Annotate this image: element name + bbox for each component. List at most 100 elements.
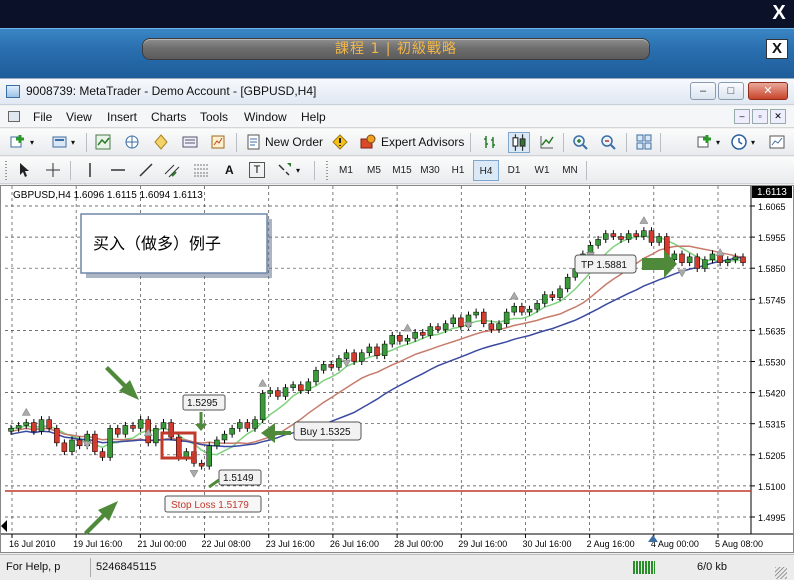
timeframe-d1[interactable]: D1 <box>501 160 527 181</box>
periods-clock-icon[interactable] <box>731 134 747 150</box>
timeframe-m15[interactable]: M15 <box>389 160 415 181</box>
course-title: 課程 1 | 初級戰略 <box>335 41 457 57</box>
bullish-candle <box>221 433 228 441</box>
profiles-dropdown-icon[interactable]: ▾ <box>71 132 75 153</box>
price-tick-label: 1.5850 <box>758 264 786 274</box>
menu-tools[interactable]: Tools <box>200 110 228 124</box>
new-order-button[interactable]: New Order <box>265 132 323 153</box>
menu-file[interactable]: File <box>33 110 52 124</box>
bullish-candle <box>564 276 571 290</box>
indicators-dropdown-icon[interactable]: ▾ <box>716 132 720 153</box>
date-tick-label: 19 Jul 16:00 <box>73 539 122 549</box>
line-chart-icon[interactable] <box>539 134 555 150</box>
navigator-icon[interactable] <box>124 134 140 150</box>
new-order-icon[interactable] <box>246 134 262 150</box>
bar-chart-icon[interactable] <box>482 134 498 150</box>
expert-advisors-button[interactable]: Expert Advisors <box>381 132 464 153</box>
templates-icon[interactable] <box>769 134 785 150</box>
price-tick-label: 1.5315 <box>758 420 786 430</box>
zoom-in-icon[interactable] <box>572 134 588 150</box>
trendline-icon[interactable] <box>138 162 154 178</box>
expert-alert-icon[interactable] <box>332 134 348 150</box>
arrows-dropdown-icon[interactable]: ▾ <box>296 160 300 181</box>
bearish-candle <box>397 335 403 342</box>
fractal-down-marker <box>82 441 92 449</box>
bearish-candle <box>420 332 426 336</box>
course-close-button[interactable]: X <box>766 39 788 59</box>
timeframe-m30[interactable]: M30 <box>417 160 443 181</box>
new-chart-icon[interactable] <box>10 134 26 150</box>
close-button[interactable]: ✕ <box>748 82 788 100</box>
bullish-candle <box>282 387 289 397</box>
timeframe-w1[interactable]: W1 <box>529 160 555 181</box>
price-tick-label: 1.6065 <box>758 202 786 212</box>
fibonacci-icon[interactable] <box>193 162 209 178</box>
bullish-candle <box>412 332 418 339</box>
mdi-minimize-icon[interactable]: – <box>734 109 750 124</box>
profiles-icon[interactable] <box>52 134 68 150</box>
minimize-button[interactable]: – <box>690 82 716 100</box>
timeframe-h4[interactable]: H4 <box>473 160 499 181</box>
mdi-restore-icon[interactable]: ▫ <box>752 109 768 124</box>
bearish-candle <box>198 462 205 467</box>
menu-view[interactable]: View <box>66 110 92 124</box>
timeframe-m5[interactable]: M5 <box>361 160 387 181</box>
bearish-candle <box>298 384 304 391</box>
zoom-out-icon[interactable] <box>600 134 616 150</box>
menu-charts[interactable]: Charts <box>151 110 186 124</box>
fractal-up-marker <box>639 216 649 224</box>
cursor-icon[interactable] <box>16 162 32 178</box>
course-title-bar: 課程 1 | 初級戰略 <box>142 38 650 60</box>
bearish-candle <box>351 352 357 362</box>
menu-window[interactable]: Window <box>244 110 287 124</box>
tile-windows-icon[interactable] <box>636 134 652 150</box>
vertical-line-icon[interactable] <box>82 162 98 178</box>
window-title-bar: 9008739: MetaTrader - Demo Account - [GB… <box>0 79 794 105</box>
crosshair-icon[interactable] <box>45 162 61 178</box>
maximize-button[interactable]: □ <box>718 82 744 100</box>
terminal-icon[interactable] <box>182 134 198 150</box>
new-chart-dropdown-icon[interactable]: ▾ <box>30 132 34 153</box>
bullish-candle <box>625 233 632 240</box>
text-label-tool[interactable]: T <box>249 162 265 178</box>
mdi-close-icon[interactable]: ✕ <box>770 109 786 124</box>
menu-help[interactable]: Help <box>301 110 326 124</box>
data-window-icon[interactable] <box>153 134 169 150</box>
bullish-candle <box>237 422 243 429</box>
bullish-candle <box>206 445 212 467</box>
bearish-candle <box>244 422 251 429</box>
timeframe-m1[interactable]: M1 <box>333 160 359 181</box>
equidistant-channel-icon[interactable] <box>164 162 180 178</box>
bullish-candle <box>305 381 312 391</box>
toolbar-separator <box>586 161 587 180</box>
toolbar-separator <box>70 161 71 180</box>
arrows-icon[interactable] <box>276 162 292 178</box>
chart-canvas[interactable]: 1.6065 1.5955 1.5850 1.5745 1.5635 1.5530 1.54… <box>1 186 793 552</box>
indicators-icon[interactable] <box>697 134 713 150</box>
status-bar: For Help, p 5246845115 6/0 kb <box>0 554 794 580</box>
timeframe-h1[interactable]: H1 <box>445 160 471 181</box>
toolbar-separator <box>236 133 237 152</box>
connection-bars-icon <box>633 561 655 574</box>
bullish-candle <box>259 393 266 420</box>
text-tool[interactable]: A <box>225 160 234 181</box>
periods-dropdown-icon[interactable]: ▾ <box>751 132 755 153</box>
bearish-candle <box>435 326 441 330</box>
top-close-button[interactable]: X <box>768 2 790 24</box>
timeframe-mn[interactable]: MN <box>557 160 583 181</box>
date-tick-label: 4 Aug 00:00 <box>651 539 699 549</box>
menu-insert[interactable]: Insert <box>107 110 137 124</box>
expert-advisors-icon[interactable] <box>360 134 376 150</box>
bullish-candle <box>359 352 365 362</box>
buy-arrow <box>261 423 291 443</box>
market-watch-icon[interactable] <box>95 134 111 150</box>
bullish-candle <box>427 326 434 336</box>
price-chart[interactable]: 1.6065 1.5955 1.5850 1.5745 1.5635 1.5530 1.54… <box>0 185 794 553</box>
fractal-up-marker <box>403 323 412 332</box>
resize-grip-icon[interactable] <box>775 567 787 579</box>
candlestick-chart-icon[interactable] <box>508 132 530 153</box>
strategy-tester-icon[interactable] <box>210 134 226 150</box>
bearish-candle <box>99 451 106 458</box>
toolbar-grip <box>326 161 328 180</box>
horizontal-line-icon[interactable] <box>110 162 126 178</box>
